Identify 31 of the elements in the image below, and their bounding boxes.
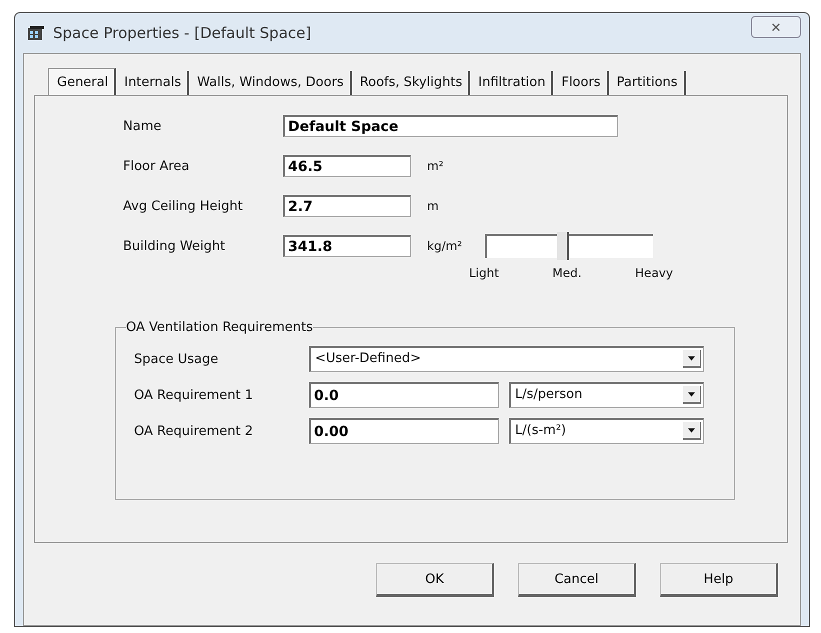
field-label: Floor Area [123, 158, 190, 174]
slider-label: Light [469, 266, 499, 280]
close-button[interactable]: ✕ [751, 16, 801, 38]
window-title: Space Properties - [Default Space] [53, 24, 312, 42]
unit-label: m [427, 199, 439, 213]
input-field[interactable]: 2.7 [283, 195, 411, 217]
input-field[interactable]: 0.00 [309, 418, 499, 444]
dropdown[interactable]: L/(s-m²) [509, 418, 704, 444]
unit-label: m² [427, 159, 444, 173]
building-icon [27, 25, 45, 41]
group-title: OA Ventilation Requirements [126, 320, 313, 335]
slider-label: Heavy [635, 266, 673, 280]
input-field[interactable]: 46.5 [283, 155, 411, 177]
input-field[interactable]: Default Space [283, 115, 618, 137]
dropdown[interactable]: L/s/person [509, 382, 704, 408]
field-label: OA Requirement 2 [134, 424, 254, 438]
slider-thumb[interactable] [556, 232, 569, 260]
field-label: Avg Ceiling Height [123, 198, 244, 214]
field-label: OA Requirement 1 [134, 388, 254, 402]
slider-label: Med. [552, 266, 582, 280]
dialog-button[interactable]: Cancel [518, 563, 636, 597]
field-label: Space Usage [134, 352, 220, 366]
tab[interactable]: General [48, 68, 116, 96]
dialog-button[interactable]: Help [660, 563, 778, 597]
field-label: Building Weight [123, 238, 226, 254]
input-field[interactable]: 341.8 [283, 235, 411, 257]
unit-label: kg/m² [427, 239, 462, 253]
dialog-button[interactable]: OK [376, 563, 494, 597]
field-label: Name [123, 118, 162, 134]
input-field[interactable]: 0.0 [309, 382, 499, 408]
dropdown[interactable]: <User-Defined> [309, 346, 704, 372]
